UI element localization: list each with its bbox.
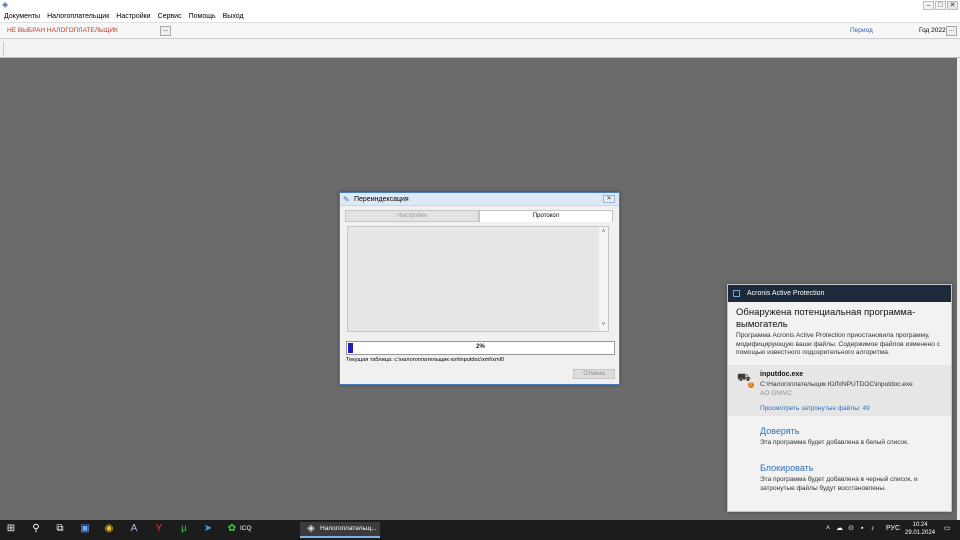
task-view-icon[interactable]: ⧉ (54, 523, 66, 535)
telegram-icon[interactable]: ➤ (202, 523, 214, 535)
reindex-dialog: ✎ Переиндексация ✕ Настройки Протокол ˄ … (339, 192, 620, 385)
app-a-icon[interactable]: A (128, 523, 140, 535)
trust-title[interactable]: Доверять (760, 426, 945, 436)
chevron-down-icon[interactable]: ˅ (600, 322, 607, 329)
warning-icon: ! (748, 382, 754, 388)
close-button[interactable]: ✕ (947, 1, 958, 10)
taskbar: ⊞ ⚲ ⧉ ▣ ◉ A Y µ ➤ ✿ ICQ ◈ Налогоплательщ… (0, 520, 960, 540)
notification-center-icon[interactable]: ▭ (944, 523, 951, 535)
icq-flower-icon: ✿ (227, 523, 237, 534)
protocol-log: ˄ ˅ (347, 226, 609, 332)
current-table-label: Текущая таблица: с:\налогоплательщик юл\… (346, 357, 505, 363)
notification-header: Acronis Active Protection (728, 285, 951, 302)
menu-documents[interactable]: Документы (4, 11, 40, 22)
search-icon[interactable]: ⚲ (30, 523, 42, 535)
menu-service[interactable]: Сервис (158, 11, 182, 22)
utorrent-icon[interactable]: µ (178, 523, 190, 535)
progress-percent: 2% (476, 344, 485, 350)
file-vendor: AO GNIVC (760, 390, 792, 397)
block-title[interactable]: Блокировать (760, 463, 945, 473)
taxpayer-status: НЕ ВЫБРАН НАЛОГОПЛАТЕЛЬЩИК (7, 27, 118, 34)
select-taxpayer-button[interactable]: ... (160, 26, 171, 36)
taskbar-icq-label: ICQ (240, 525, 252, 532)
file-path: C:\Налогоплательщик ЮЛ\INPUTDOC\inputdoc… (760, 381, 913, 388)
dialog-tabs: Настройки Протокол (345, 210, 613, 222)
tab-settings[interactable]: Настройки (345, 210, 479, 222)
toolbar-grip (3, 42, 4, 55)
reindex-progress-bar: 2% (346, 341, 615, 355)
clock-date: 29.01.2024 (905, 530, 936, 536)
windows-start-icon[interactable]: ⊞ (5, 523, 17, 535)
app-icon: ◈ (2, 0, 9, 9)
tray-network-icon[interactable]: ⊙ (848, 523, 854, 535)
select-period-button[interactable]: ... (946, 26, 957, 36)
affected-files-link[interactable]: Просмотреть затронутые файлы: 49 (760, 405, 870, 412)
notification-body: Программа Acronis Active Protection прио… (736, 332, 941, 356)
menubar: Документы Налогоплательщик Настройки Сер… (0, 11, 960, 22)
yandex-browser-icon[interactable]: Y (153, 523, 165, 535)
log-scrollbar[interactable]: ˄ ˅ (599, 227, 608, 331)
pencil-icon: ✎ (343, 195, 350, 204)
file-name: inputdoc.exe (760, 371, 804, 378)
taskbar-item-taxpayer[interactable]: ◈ Налогоплательщ... (300, 522, 380, 538)
taskbar-taxpayer-label: Налогоплательщ... (320, 525, 377, 532)
block-description: Эта программа будет добавлена в черный с… (760, 476, 918, 492)
window-controls: – □ ✕ (923, 1, 958, 10)
minimize-button[interactable]: – (923, 1, 934, 10)
acronis-logo-icon (733, 290, 740, 297)
menu-exit[interactable]: Выход (223, 11, 244, 22)
notification-title: Обнаружена потенциальная программа-вымог… (736, 307, 916, 330)
clock-time: 10:24 (912, 522, 928, 528)
dialog-close-button[interactable]: ✕ (603, 195, 615, 203)
period-label[interactable]: Период (850, 27, 873, 34)
volume-icon[interactable]: ♪ (871, 523, 875, 535)
trust-action[interactable]: Доверять Эта программа будет добавлена в… (760, 426, 945, 448)
trust-description: Эта программа будет добавлена в белый сп… (760, 439, 909, 446)
dialog-title: Переиндексация (354, 196, 409, 203)
taskbar-item-icq[interactable]: ✿ ICQ (222, 522, 298, 538)
tab-protocol[interactable]: Протокол (479, 210, 613, 222)
menu-settings[interactable]: Настройки (116, 11, 150, 22)
toolbar (0, 39, 960, 58)
taxpayer-bar: НЕ ВЫБРАН НАЛОГОПЛАТЕЛЬЩИК ... Период Го… (0, 22, 960, 39)
tray-overflow-chevron-icon[interactable]: ˄ (826, 523, 830, 535)
tray-app-icon[interactable]: ▪ (861, 523, 863, 535)
maximize-button[interactable]: □ (935, 1, 946, 10)
chrome-icon[interactable]: ◉ (103, 523, 115, 535)
menu-help[interactable]: Помощь (189, 11, 216, 22)
block-action[interactable]: Блокировать Эта программа будет добавлен… (760, 463, 945, 493)
notification-app-name: Acronis Active Protection (747, 290, 825, 297)
cancel-button[interactable]: Отмена (573, 369, 615, 379)
menu-taxpayer[interactable]: Налогоплательщик (47, 11, 109, 22)
dialog-titlebar: ✎ Переиндексация ✕ (340, 193, 619, 206)
taxpayer-app-icon: ◈ (307, 523, 315, 534)
tray-cloud-icon[interactable]: ☁ (836, 523, 843, 535)
window-titlebar: ◈ – □ ✕ (0, 0, 960, 11)
taskbar-clock[interactable]: 10:24 29.01.2024 (905, 521, 935, 537)
floppy-disk-icon[interactable]: ▣ (79, 523, 91, 535)
acronis-notification: Acronis Active Protection Обнаружена пот… (727, 284, 952, 512)
language-indicator[interactable]: РУС (886, 523, 900, 535)
chevron-up-icon[interactable]: ˄ (600, 229, 607, 236)
suspicious-file-card: ⛟ ! inputdoc.exe C:\Налогоплательщик ЮЛ\… (728, 365, 951, 416)
